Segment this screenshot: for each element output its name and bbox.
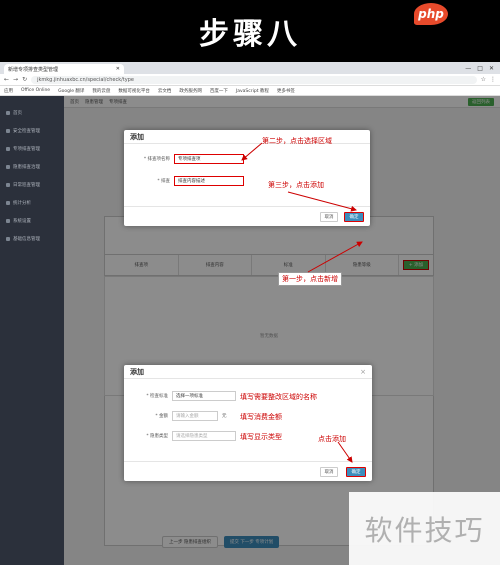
dialog-title: 添加	[130, 132, 144, 141]
maximize-icon[interactable]: □	[477, 65, 483, 72]
tab-title: 新增专项排查类型管理	[8, 66, 59, 73]
form-row: * 隐患类型 请选择隐患类型	[130, 431, 236, 441]
tab-bar: 新增专项排查类型管理 ✕ — □ ✕	[0, 62, 500, 74]
bookmark-item[interactable]: 云文档	[158, 88, 172, 94]
reload-icon[interactable]: ↻	[22, 76, 27, 83]
item-name-field[interactable]: 专项排查项	[174, 154, 244, 164]
window-controls: — □ ✕	[465, 65, 500, 72]
field-label: * 排查项名称	[143, 157, 170, 162]
menu-item-icon	[6, 237, 10, 241]
annotation-step3: 第三步，点击添加	[268, 181, 324, 189]
annotation-fill1: 填写需要整改区域的名称	[240, 393, 317, 401]
sidebar-item[interactable]: 专项排查管理	[0, 140, 64, 158]
dialog-header: 添加	[124, 130, 370, 144]
bookmark-item[interactable]: 百度一下	[210, 88, 228, 94]
field-label: * 金额	[155, 414, 168, 419]
annotation-fill3: 填写显示类型	[240, 433, 282, 441]
area-select-field[interactable]: 排查内容描述	[174, 176, 244, 186]
forward-icon[interactable]: →	[13, 76, 18, 83]
watermark-text: 软件技巧	[364, 513, 485, 547]
add-dialog-top: 添加 * 排查项名称 专项排查项 * 排查 排查内容描述 取消 确定	[124, 130, 370, 226]
screenshot-root: 步骤八 php 新增专项排查类型管理 ✕ — □ ✕ ← → ↻ jkmkg.j…	[0, 0, 500, 565]
bookmarks-bar: 应用 Office Online Google 翻译 我的云盘 数据可视化平台 …	[0, 86, 500, 96]
field-label: * 隐患类型	[146, 434, 168, 439]
menu-item-icon	[6, 129, 10, 133]
menu-icon[interactable]: ⋮	[490, 76, 496, 83]
bookmark-item[interactable]: 政务服务网	[179, 88, 202, 94]
sidebar-item[interactable]: 日常巡查管理	[0, 176, 64, 194]
sidebar-item[interactable]: 统计分析	[0, 194, 64, 212]
sidebar-item[interactable]: 首页	[0, 104, 64, 122]
annotation-step1: 第一步，点击新增	[278, 272, 342, 286]
annotation-fill2: 填写消费金额	[240, 413, 282, 421]
menu-item-icon	[6, 219, 10, 223]
confirm-button[interactable]: 确定	[344, 212, 364, 222]
step-banner: 步骤八 php	[0, 0, 500, 62]
php-logo: php	[414, 3, 448, 25]
add-dialog-bottom: 添加 × * 检查标准 选择一项标准 * 金额 请输入金额 元 * 隐患类型 请…	[124, 365, 372, 481]
sidebar-item[interactable]: 基础信息管理	[0, 230, 64, 248]
annotation-step2: 第二步，点击选择区域	[262, 137, 332, 145]
type-field[interactable]: 请选择隐患类型	[172, 431, 236, 441]
sidebar-item[interactable]: 隐患排查治理	[0, 158, 64, 176]
cancel-button[interactable]: 取消	[320, 467, 338, 477]
confirm-button[interactable]: 确定	[346, 467, 366, 477]
sidebar-item[interactable]: 系统设置	[0, 212, 64, 230]
menu-item-icon	[6, 165, 10, 169]
sidebar: 首页 安全检查管理 专项排查管理 隐患排查治理 日常巡查管理 统计分析 系统设置…	[0, 96, 64, 565]
field-label: * 排查	[157, 179, 170, 184]
address-bar: ← → ↻ jkmkg.jinhuaxbc.cn/special/check/t…	[0, 74, 500, 86]
close-window-icon[interactable]: ✕	[489, 65, 494, 72]
bookmark-item[interactable]: Office Online	[21, 88, 50, 93]
dialog-footer: 取消 确定	[124, 461, 372, 481]
form-row: * 排查项名称 专项排查项	[132, 154, 244, 164]
bookmark-item[interactable]: JavaScript 教程	[236, 88, 269, 94]
annotation-click-add: 点击添加	[318, 435, 346, 443]
unit-label: 元	[222, 414, 227, 419]
form-row: * 排查 排查内容描述	[132, 176, 244, 186]
menu-item-icon	[6, 147, 10, 151]
bookmark-item[interactable]: 我的云盘	[92, 88, 110, 94]
minimize-icon[interactable]: —	[465, 65, 471, 72]
field-label: * 检查标准	[146, 394, 168, 399]
bookmark-item[interactable]: 应用	[4, 88, 13, 94]
dialog-footer: 取消 确定	[124, 206, 370, 226]
tab-close-icon[interactable]: ✕	[116, 66, 120, 72]
step-title: 步骤八	[199, 17, 301, 52]
menu-item-icon	[6, 111, 10, 115]
close-icon[interactable]: ×	[360, 368, 366, 376]
standard-field[interactable]: 选择一项标准	[172, 391, 236, 401]
watermark: 软件技巧	[349, 492, 500, 565]
sidebar-item[interactable]: 安全检查管理	[0, 122, 64, 140]
url-field[interactable]: jkmkg.jinhuaxbc.cn/special/check/type	[31, 75, 477, 84]
bookmark-item[interactable]: Google 翻译	[58, 88, 84, 94]
browser-tab[interactable]: 新增专项排查类型管理 ✕	[4, 64, 124, 74]
bookmark-item[interactable]: 更多书签	[277, 88, 295, 94]
menu-item-icon	[6, 201, 10, 205]
dialog-header: 添加 ×	[124, 365, 372, 379]
cancel-button[interactable]: 取消	[320, 212, 338, 222]
amount-field[interactable]: 请输入金额	[172, 411, 218, 421]
back-icon[interactable]: ←	[4, 76, 9, 83]
menu-item-icon	[6, 183, 10, 187]
star-icon[interactable]: ☆	[481, 76, 486, 83]
form-row: * 检查标准 选择一项标准	[130, 391, 236, 401]
form-row: * 金额 请输入金额 元	[130, 411, 227, 421]
dialog-title: 添加	[130, 367, 144, 376]
bookmark-item[interactable]: 数据可视化平台	[118, 88, 150, 94]
